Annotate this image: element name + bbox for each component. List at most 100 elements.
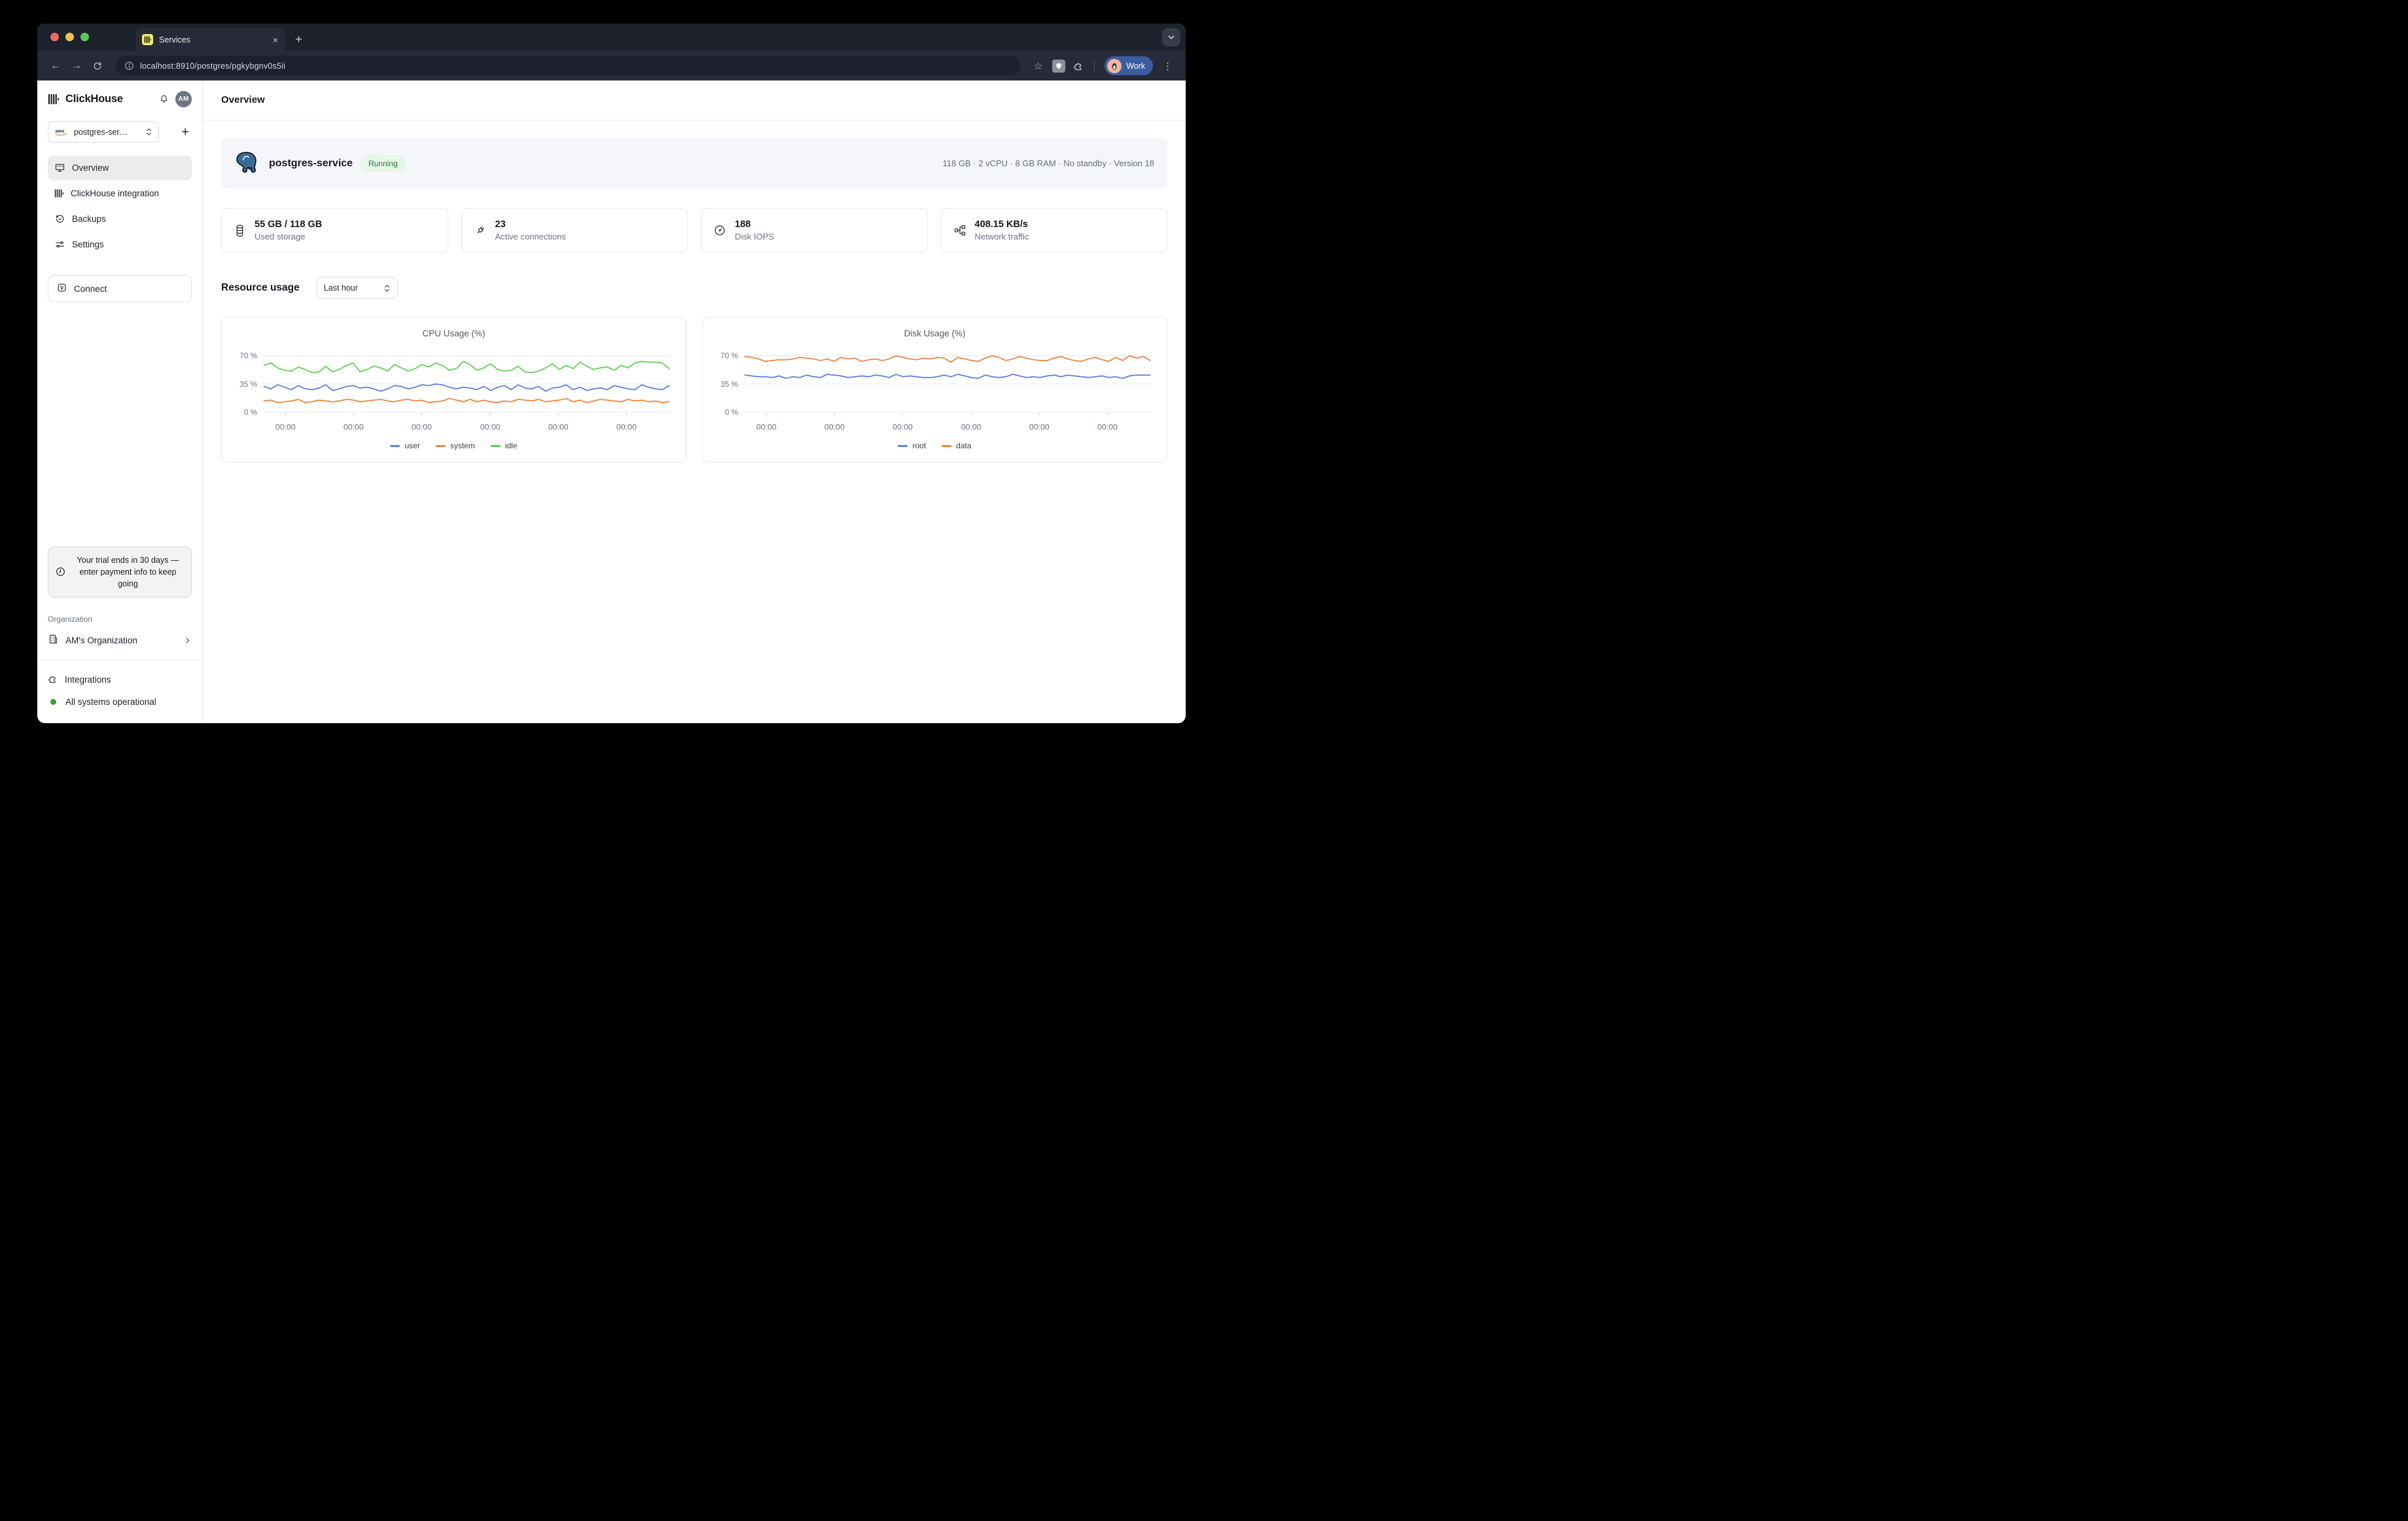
sidebar-item-label: Backups — [72, 214, 106, 224]
organization-row[interactable]: AM's Organization — [48, 634, 192, 647]
sidebar-item-clickhouse-integration[interactable]: ClickHouse integration — [48, 181, 192, 206]
legend-item-system[interactable]: system — [436, 441, 475, 450]
window-controls — [50, 33, 89, 41]
time-range-value: Last hour — [324, 283, 358, 293]
resource-usage-title: Resource usage — [221, 282, 300, 294]
notifications-bell-icon[interactable] — [158, 94, 169, 105]
page-title: Overview — [221, 94, 265, 105]
stat-card-text: 23 Active connections — [495, 219, 566, 242]
sidebar-item-overview[interactable]: Overview — [48, 156, 192, 180]
minimize-window-button[interactable] — [65, 33, 74, 41]
svg-text:00:00: 00:00 — [344, 423, 364, 432]
sidebar-item-label: Settings — [72, 240, 104, 249]
tab-bar: Services × + — [37, 24, 1186, 51]
settings-sliders-icon — [54, 239, 65, 250]
browser-tab-services[interactable]: Services × — [135, 28, 285, 51]
legend-item-user[interactable]: user — [390, 441, 419, 450]
reload-button[interactable] — [88, 61, 107, 71]
svg-text:00:00: 00:00 — [893, 423, 913, 432]
password-manager-extension-button[interactable] — [1050, 60, 1067, 73]
svg-text:00:00: 00:00 — [961, 423, 982, 432]
building-icon — [48, 634, 59, 647]
tab-title: Services — [159, 35, 267, 45]
sidebar-nav: Overview ClickHouse integration Backups — [48, 156, 192, 257]
back-button[interactable]: ← — [46, 60, 65, 72]
stat-label: Disk IOPS — [735, 232, 774, 242]
tab-close-icon[interactable]: × — [273, 35, 278, 45]
network-icon — [953, 224, 966, 237]
reload-icon — [92, 61, 103, 71]
chart-legend: user system idle — [232, 441, 676, 450]
integrations-link[interactable]: Integrations — [48, 668, 192, 690]
stat-value: 23 — [495, 219, 566, 230]
desktop-background: Services × + ← → localhost:8910/postgres… — [0, 0, 1204, 760]
chevron-updown-icon — [383, 283, 391, 293]
close-window-button[interactable] — [50, 33, 59, 41]
new-tab-button[interactable]: + — [295, 33, 302, 46]
service-selector-value: postgres-ser… — [74, 128, 140, 137]
svg-text:00:00: 00:00 — [756, 423, 777, 432]
stat-card-network-traffic: 408.15 KB/s Network traffic — [941, 208, 1168, 253]
legend-swatch — [898, 445, 908, 447]
backups-history-icon — [54, 213, 65, 224]
cpu-usage-chart[interactable]: 0 %35 %70 %00:0000:0000:0000:0000:0000:0… — [232, 344, 676, 438]
charts-row: CPU Usage (%) 0 %35 %70 %00:0000:0000:00… — [221, 317, 1167, 463]
browser-window: Services × + ← → localhost:8910/postgres… — [37, 24, 1186, 723]
address-bar[interactable]: localhost:8910/postgres/pgkybgnv0s5ii — [116, 56, 1020, 76]
legend-swatch — [942, 445, 951, 447]
connect-button[interactable]: Connect — [48, 275, 192, 302]
legend-item-data[interactable]: data — [942, 441, 971, 450]
sidebar-item-backups[interactable]: Backups — [48, 207, 192, 231]
add-service-button[interactable]: + — [181, 126, 192, 139]
browser-menu-kebab-icon[interactable]: ⋮ — [1159, 60, 1177, 72]
chart-legend: root data — [713, 441, 1157, 450]
service-banner: postgres-service Running 118 GB · 2 vCPU… — [221, 138, 1167, 188]
disk-usage-chart[interactable]: 0 %35 %70 %00:0000:0000:0000:0000:0000:0… — [713, 344, 1157, 438]
disk-usage-chart-card: Disk Usage (%) 0 %35 %70 %00:0000:0000:0… — [702, 317, 1167, 463]
forward-button[interactable]: → — [67, 60, 86, 72]
aws-icon: aws — [54, 128, 69, 137]
status-badge: Running — [361, 155, 406, 172]
service-specs: 118 GB · 2 vCPU · 8 GB RAM · No standby … — [943, 158, 1154, 168]
sidebar-spacer — [48, 302, 192, 546]
clock-icon — [55, 566, 66, 577]
clickhouse-favicon-icon — [142, 34, 153, 45]
main-panel: Overview postgres-service Running 118 GB… — [203, 81, 1186, 723]
stat-card-text: 55 GB / 118 GB Used storage — [255, 219, 322, 242]
service-selector-row: aws postgres-ser… + — [48, 121, 192, 143]
svg-text:0 %: 0 % — [725, 408, 739, 417]
user-avatar[interactable]: AM — [175, 91, 192, 107]
extensions-puzzle-icon[interactable] — [1070, 60, 1088, 71]
chevron-updown-icon — [145, 127, 152, 137]
clickhouse-logo-icon — [48, 94, 60, 105]
legend-item-root[interactable]: root — [898, 441, 926, 450]
sidebar-item-label: ClickHouse integration — [71, 188, 159, 198]
time-range-select[interactable]: Last hour — [317, 277, 398, 299]
clickhouse-bars-icon — [54, 188, 64, 198]
zoom-window-button[interactable] — [80, 33, 89, 41]
stat-value: 55 GB / 118 GB — [255, 219, 322, 230]
system-status-row[interactable]: All systems operational — [48, 690, 192, 713]
chevron-down-icon — [1167, 33, 1176, 42]
stat-value: 408.15 KB/s — [975, 219, 1029, 230]
stat-label: Network traffic — [975, 232, 1029, 242]
tab-search-button[interactable] — [1162, 28, 1180, 46]
legend-swatch — [436, 445, 446, 447]
bookmark-star-icon[interactable]: ☆ — [1029, 60, 1047, 72]
puzzle-icon — [48, 673, 58, 686]
app-content: ClickHouse AM aws postgres-ser… + — [37, 81, 1186, 723]
svg-text:00:00: 00:00 — [1097, 423, 1118, 432]
service-selector[interactable]: aws postgres-ser… — [48, 121, 159, 143]
sidebar-item-settings[interactable]: Settings — [48, 232, 192, 257]
stat-label: Active connections — [495, 232, 566, 242]
brand-row: ClickHouse AM — [48, 91, 192, 107]
svg-text:00:00: 00:00 — [824, 423, 845, 432]
status-dot — [50, 699, 56, 705]
overview-monitor-icon — [54, 162, 65, 173]
chart-title: CPU Usage (%) — [232, 329, 676, 338]
url-text: localhost:8910/postgres/pgkybgnv0s5ii — [140, 62, 285, 71]
legend-item-idle[interactable]: idle — [491, 441, 518, 450]
sidebar-item-label: Overview — [72, 163, 109, 173]
browser-profile-chip[interactable]: Work — [1105, 56, 1153, 75]
trial-notice: Your trial ends in 30 days — enter payme… — [48, 546, 192, 598]
